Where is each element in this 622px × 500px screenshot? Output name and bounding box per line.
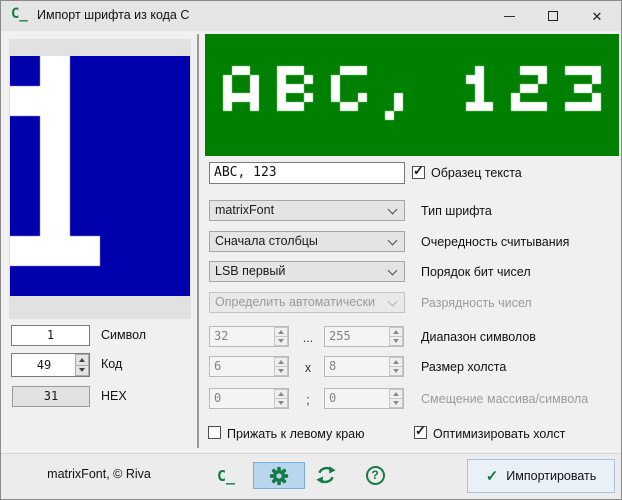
spin-down-button bbox=[274, 399, 288, 408]
check-icon: ✓ bbox=[415, 424, 426, 437]
spin-down-button bbox=[389, 367, 403, 376]
optimize-canvas-checkbox[interactable]: ✓ bbox=[414, 426, 427, 439]
help-button[interactable]: ? bbox=[364, 464, 386, 486]
spin-up-button[interactable] bbox=[75, 354, 89, 366]
refresh-icon bbox=[315, 464, 337, 486]
close-button[interactable]: ✕ bbox=[581, 5, 613, 27]
number-width-select: Определить автоматически bbox=[209, 292, 405, 313]
font-preview-panel bbox=[205, 34, 619, 156]
status-bar: matrixFont, © Riva C_ bbox=[1, 453, 621, 499]
arrow-up-icon bbox=[79, 358, 85, 362]
char-range-label: Диапазон символов bbox=[421, 330, 536, 344]
chevron-down-icon bbox=[388, 205, 398, 215]
minimize-icon bbox=[504, 16, 515, 17]
check-icon: ✓ bbox=[413, 164, 424, 177]
maximize-icon bbox=[548, 11, 558, 21]
align-left-checkbox[interactable] bbox=[208, 426, 221, 439]
check-icon: ✓ bbox=[486, 467, 499, 485]
status-text: matrixFont, © Riva bbox=[1, 467, 197, 481]
spin-down-button bbox=[274, 337, 288, 346]
bit-order-label: Порядок бит чисел bbox=[421, 265, 531, 279]
gear-icon bbox=[269, 466, 289, 486]
sample-text-input[interactable]: ABC, 123 bbox=[209, 162, 405, 184]
arrow-down-icon bbox=[79, 368, 85, 372]
char-preview-panel bbox=[9, 39, 191, 319]
spin-up-button bbox=[389, 389, 403, 399]
spin-up-button bbox=[274, 327, 288, 337]
chevron-down-icon bbox=[388, 236, 398, 246]
font-type-select[interactable]: matrixFont bbox=[209, 200, 405, 221]
spin-up-button bbox=[274, 357, 288, 367]
spin-down-button bbox=[389, 337, 403, 346]
settings-button[interactable] bbox=[253, 462, 305, 489]
window-title: Импорт шрифта из кода C bbox=[37, 8, 189, 22]
offset-array-spinner: 0 bbox=[209, 388, 289, 409]
spin-up-button bbox=[389, 327, 403, 337]
hex-label: HEX bbox=[101, 389, 127, 403]
char-range-from-spinner: 32 bbox=[209, 326, 289, 347]
preview-text-canvas bbox=[205, 34, 619, 156]
spin-down-button[interactable] bbox=[75, 366, 89, 377]
code-label: Код bbox=[101, 357, 122, 371]
symbol-field[interactable]: 1 bbox=[11, 325, 90, 346]
offset-symbol-spinner: 0 bbox=[324, 388, 404, 409]
sample-text-checkbox-label: Образец текста bbox=[431, 166, 522, 180]
sample-text-checkbox[interactable]: ✓ bbox=[412, 166, 425, 179]
bit-order-select[interactable]: LSB первый bbox=[209, 261, 405, 282]
canvas-width-spinner: 6 bbox=[209, 356, 289, 377]
canvas-size-label: Размер холста bbox=[421, 360, 506, 374]
code-value: 49 bbox=[12, 354, 76, 376]
minimize-button[interactable] bbox=[493, 5, 525, 27]
logo-button[interactable]: C_ bbox=[209, 462, 243, 489]
optimize-canvas-label: Оптимизировать холст bbox=[433, 427, 565, 441]
chevron-down-icon bbox=[388, 266, 398, 276]
range-separator: ... bbox=[295, 331, 321, 345]
size-separator: x bbox=[295, 361, 321, 375]
reading-order-select[interactable]: Сначала столбцы bbox=[209, 231, 405, 252]
offset-separator: ; bbox=[295, 393, 321, 407]
spin-up-button bbox=[274, 389, 288, 399]
canvas-height-spinner: 8 bbox=[324, 356, 404, 377]
font-type-label: Тип шрифта bbox=[421, 204, 492, 218]
spin-up-button bbox=[389, 357, 403, 367]
hex-field: 31 bbox=[12, 386, 90, 407]
spin-down-button bbox=[389, 399, 403, 408]
reading-order-label: Очередность считывания bbox=[421, 235, 569, 249]
chevron-down-icon bbox=[388, 297, 398, 307]
import-font-dialog: C_ Импорт шрифта из кода C ✕ 1 Символ 49… bbox=[0, 0, 622, 500]
import-button[interactable]: ✓ Импортировать bbox=[467, 459, 615, 493]
maximize-button[interactable] bbox=[537, 5, 569, 27]
align-left-label: Прижать к левому краю bbox=[227, 427, 365, 441]
char-pixel-canvas bbox=[10, 56, 190, 296]
symbol-label: Символ bbox=[101, 328, 146, 342]
close-icon: ✕ bbox=[592, 10, 603, 23]
spin-down-button bbox=[274, 367, 288, 376]
app-icon: C_ bbox=[11, 6, 28, 22]
char-range-to-spinner: 255 bbox=[324, 326, 404, 347]
title-bar: C_ Импорт шрифта из кода C ✕ bbox=[1, 1, 621, 31]
number-width-label: Разрядность чисел bbox=[421, 296, 532, 310]
panel-splitter[interactable] bbox=[197, 34, 199, 448]
code-spinner[interactable]: 49 bbox=[11, 353, 90, 377]
import-button-label: Импортировать bbox=[506, 469, 596, 483]
question-icon: ? bbox=[366, 466, 385, 485]
refresh-button[interactable] bbox=[315, 464, 337, 486]
offset-label: Смещение массива/символа bbox=[421, 392, 588, 406]
